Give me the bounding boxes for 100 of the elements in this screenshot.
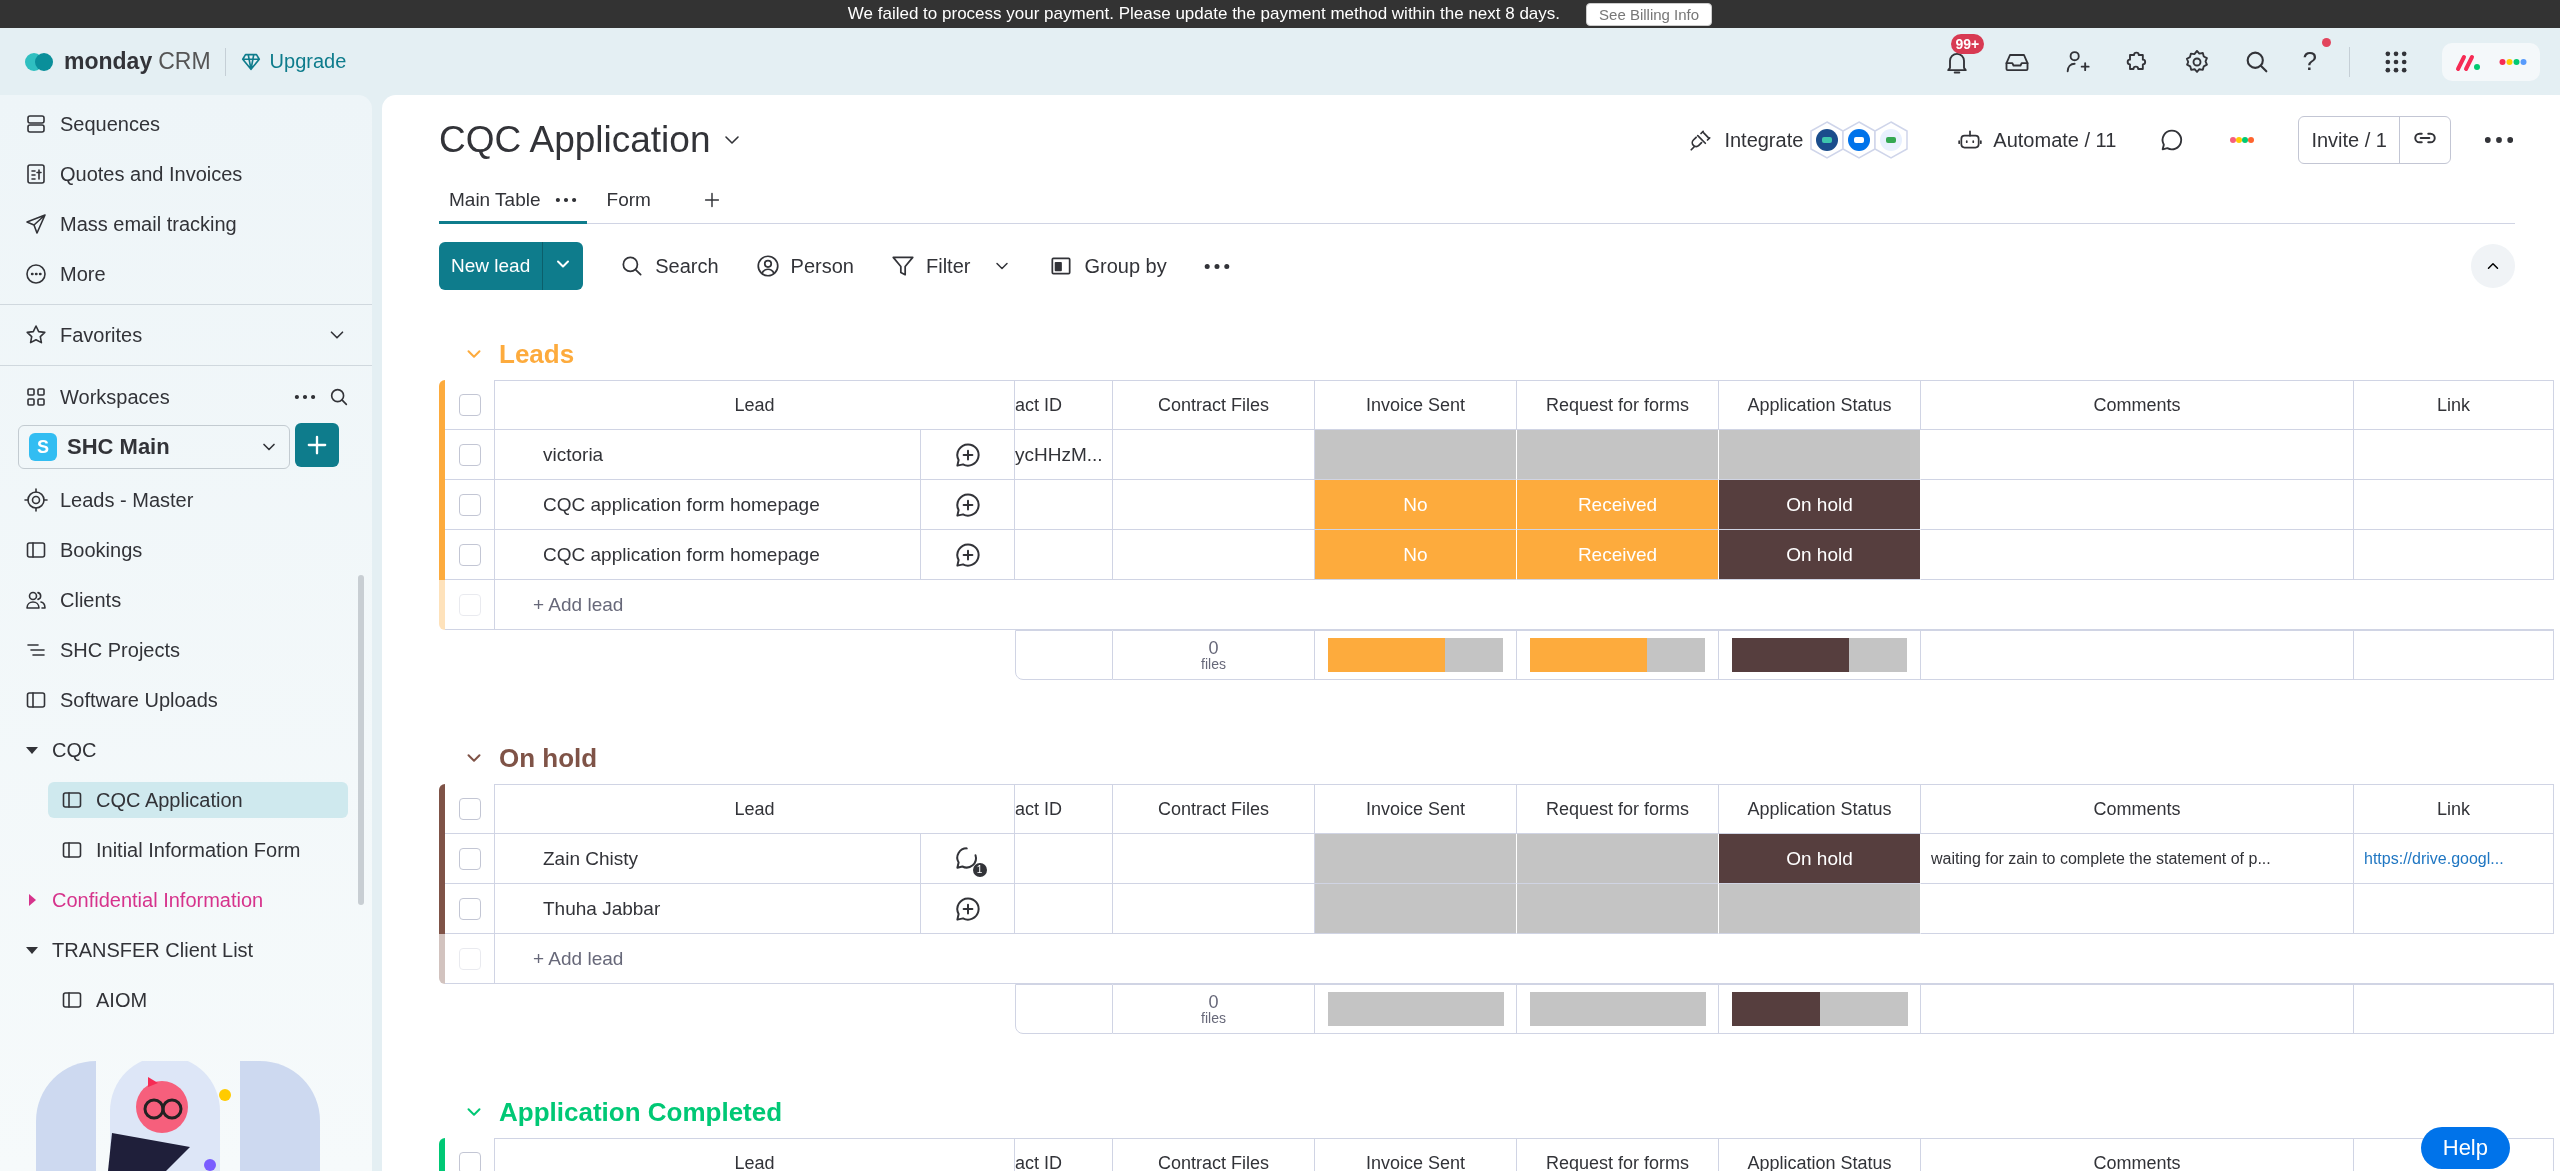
search-icon[interactable] <box>328 386 350 408</box>
sidebar-item[interactable]: AIOM <box>48 982 348 1018</box>
person-button[interactable]: Person <box>754 253 854 279</box>
item-label: AIOM <box>96 988 148 1012</box>
column-header: Contract Files <box>1157 1152 1269 1171</box>
sidebar-item[interactable]: Initial Information Form <box>48 832 348 868</box>
integrate-button[interactable]: Integrate <box>1688 127 1804 153</box>
column-header: Lead <box>734 1152 775 1171</box>
view-tab[interactable]: Form <box>596 178 661 224</box>
more-icon[interactable] <box>1202 262 1231 270</box>
item-label: More <box>60 262 106 286</box>
more-icon <box>554 196 577 203</box>
status-cell[interactable] <box>1517 834 1719 884</box>
filter-button[interactable]: Filter <box>889 253 971 279</box>
folder-item[interactable]: CQC <box>0 725 372 775</box>
paper-plane-icon <box>24 212 48 236</box>
checkbox[interactable] <box>458 797 481 820</box>
column-header: Comments <box>2093 394 2181 416</box>
item-label: Leads - Master <box>60 488 194 512</box>
sidebar-item[interactable]: Leads - Master <box>0 475 372 525</box>
checkbox[interactable] <box>458 1151 481 1171</box>
workspace-avatar: S <box>29 433 57 461</box>
view-tab[interactable]: Main Table <box>439 178 587 224</box>
automate-button[interactable]: Automate / 11 <box>1957 127 2117 153</box>
add-button[interactable] <box>295 423 339 467</box>
product-name: CRM <box>158 48 211 75</box>
search-button[interactable]: Search <box>619 253 719 279</box>
notification-badge: 99+ <box>1950 33 1985 54</box>
column-header: Contract Files <box>1157 798 1269 820</box>
folder-item[interactable]: Confidential Information <box>0 875 372 925</box>
upgrade-button[interactable]: Upgrade <box>239 50 347 73</box>
item-label: Mass email tracking <box>60 212 237 236</box>
item-label: Software Uploads <box>60 688 218 712</box>
add-item-button[interactable]: + Add lead <box>533 593 624 616</box>
person-icon <box>754 253 781 279</box>
lead-name: CQC application form homepage <box>543 493 820 516</box>
files-label: files <box>1201 657 1226 671</box>
favorites-header[interactable]: Favorites <box>0 310 372 360</box>
group-title: Leads <box>499 338 575 370</box>
sidebar-item[interactable]: Mass email tracking <box>0 199 372 249</box>
checkbox[interactable] <box>458 897 481 920</box>
item-label: CQC Application <box>96 788 243 812</box>
checkbox[interactable] <box>458 393 481 416</box>
status-cell[interactable] <box>1315 884 1517 934</box>
add-item-button[interactable]: + Add lead <box>533 947 624 970</box>
sidebar-item[interactable]: Sequences <box>0 99 372 149</box>
more-icon[interactable] <box>2483 136 2515 144</box>
status-cell[interactable]: On hold <box>1719 480 1921 530</box>
status-cell[interactable]: On hold <box>1719 530 1921 580</box>
folder-label: Confidential Information <box>52 888 264 912</box>
stack-icon <box>24 112 48 136</box>
status-cell[interactable]: On hold <box>1719 834 1921 884</box>
column-header: Invoice Sent <box>1365 798 1466 820</box>
sidebar-item[interactable]: CQC Application <box>48 782 348 818</box>
banner-message: We failed to process your payment. Please update the payment method within the next 8 days. <box>847 4 1561 24</box>
group-title: On hold <box>499 742 598 774</box>
item-label: Bookings <box>60 538 143 562</box>
sidebar-item[interactable]: Quotes and Invoices <box>0 149 372 199</box>
column-header: Application Status <box>1747 798 1892 820</box>
column-header: Link <box>2437 798 2470 820</box>
more-icon <box>24 262 48 286</box>
more-icon[interactable] <box>294 394 316 400</box>
billing-button[interactable]: See Billing Info <box>1586 2 1713 26</box>
favorites-label: Favorites <box>60 323 144 347</box>
checkbox[interactable] <box>458 847 481 870</box>
help-button[interactable]: Help <box>2420 1127 2510 1169</box>
folder-label: CQC <box>52 738 97 762</box>
comment-text: waiting for zain to complete the statement of p... <box>1931 849 2271 868</box>
account-tile[interactable] <box>2442 42 2540 81</box>
status-cell[interactable] <box>1517 884 1719 934</box>
status-cell[interactable] <box>1517 430 1719 480</box>
checkbox[interactable] <box>458 543 481 566</box>
lead-name: victoria <box>543 443 604 466</box>
item-label: SHC Projects <box>60 638 181 662</box>
status-cell[interactable] <box>1719 884 1921 934</box>
status-cell[interactable] <box>1315 834 1517 884</box>
checkbox[interactable] <box>458 443 481 466</box>
column-header: Link <box>2437 394 2470 416</box>
workspace-selector[interactable]: S SHC Main <box>18 425 290 469</box>
status-cell[interactable] <box>1315 430 1517 480</box>
link[interactable]: https://drive.googl... <box>2364 849 2504 868</box>
sidebar-item[interactable]: More <box>0 249 372 299</box>
column-header: act ID <box>1015 394 1062 416</box>
column-header: Lead <box>734 798 775 820</box>
sidebar-item[interactable]: Clients <box>0 575 372 625</box>
folder-label: TRANSFER Client List <box>52 938 254 962</box>
checkbox[interactable] <box>458 493 481 516</box>
column-header: act ID <box>1015 798 1062 820</box>
item-label: Initial Information Form <box>96 838 301 862</box>
sidebar-item[interactable]: Software Uploads <box>0 675 372 725</box>
item-label: Sequences <box>60 112 161 136</box>
folder-item[interactable]: TRANSFER Client List <box>0 925 372 975</box>
item-label: Clients <box>60 588 122 612</box>
dots-icon <box>2228 134 2257 146</box>
column-header: Comments <box>2093 798 2181 820</box>
status-cell[interactable] <box>1719 430 1921 480</box>
sidebar-item[interactable]: SHC Projects <box>0 625 372 675</box>
lead-name: CQC application form homepage <box>543 543 820 566</box>
sidebar-item[interactable]: Bookings <box>0 525 372 575</box>
group-button[interactable]: Group by <box>1048 253 1167 279</box>
